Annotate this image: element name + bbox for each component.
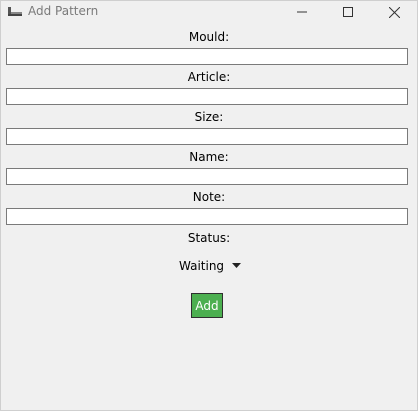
close-button[interactable] xyxy=(371,1,417,23)
add-pattern-window: Add Pattern Mould: Article: Size: Name: … xyxy=(0,0,418,411)
mould-label: Mould: xyxy=(188,30,230,44)
close-icon xyxy=(388,6,400,18)
title-bar[interactable]: Add Pattern xyxy=(1,1,417,23)
size-input[interactable] xyxy=(6,128,408,145)
window-title: Add Pattern xyxy=(28,4,99,18)
maximize-button[interactable] xyxy=(325,1,371,23)
mould-input[interactable] xyxy=(6,48,408,65)
note-input[interactable] xyxy=(6,208,408,225)
triangle-down-icon xyxy=(232,263,241,268)
name-label: Name: xyxy=(189,150,229,164)
name-input[interactable] xyxy=(6,168,408,185)
add-button[interactable]: Add xyxy=(191,293,223,318)
article-label: Article: xyxy=(187,70,231,84)
size-label: Size: xyxy=(194,110,224,124)
maximize-icon xyxy=(343,7,353,17)
app-window-icon xyxy=(7,6,23,18)
status-label: Status: xyxy=(187,231,231,245)
minimize-icon xyxy=(297,11,307,13)
status-dropdown[interactable]: Waiting xyxy=(173,256,247,276)
note-label: Note: xyxy=(192,190,226,204)
article-input[interactable] xyxy=(6,88,408,105)
minimize-button[interactable] xyxy=(279,1,325,23)
status-selected-value: Waiting xyxy=(179,259,225,273)
